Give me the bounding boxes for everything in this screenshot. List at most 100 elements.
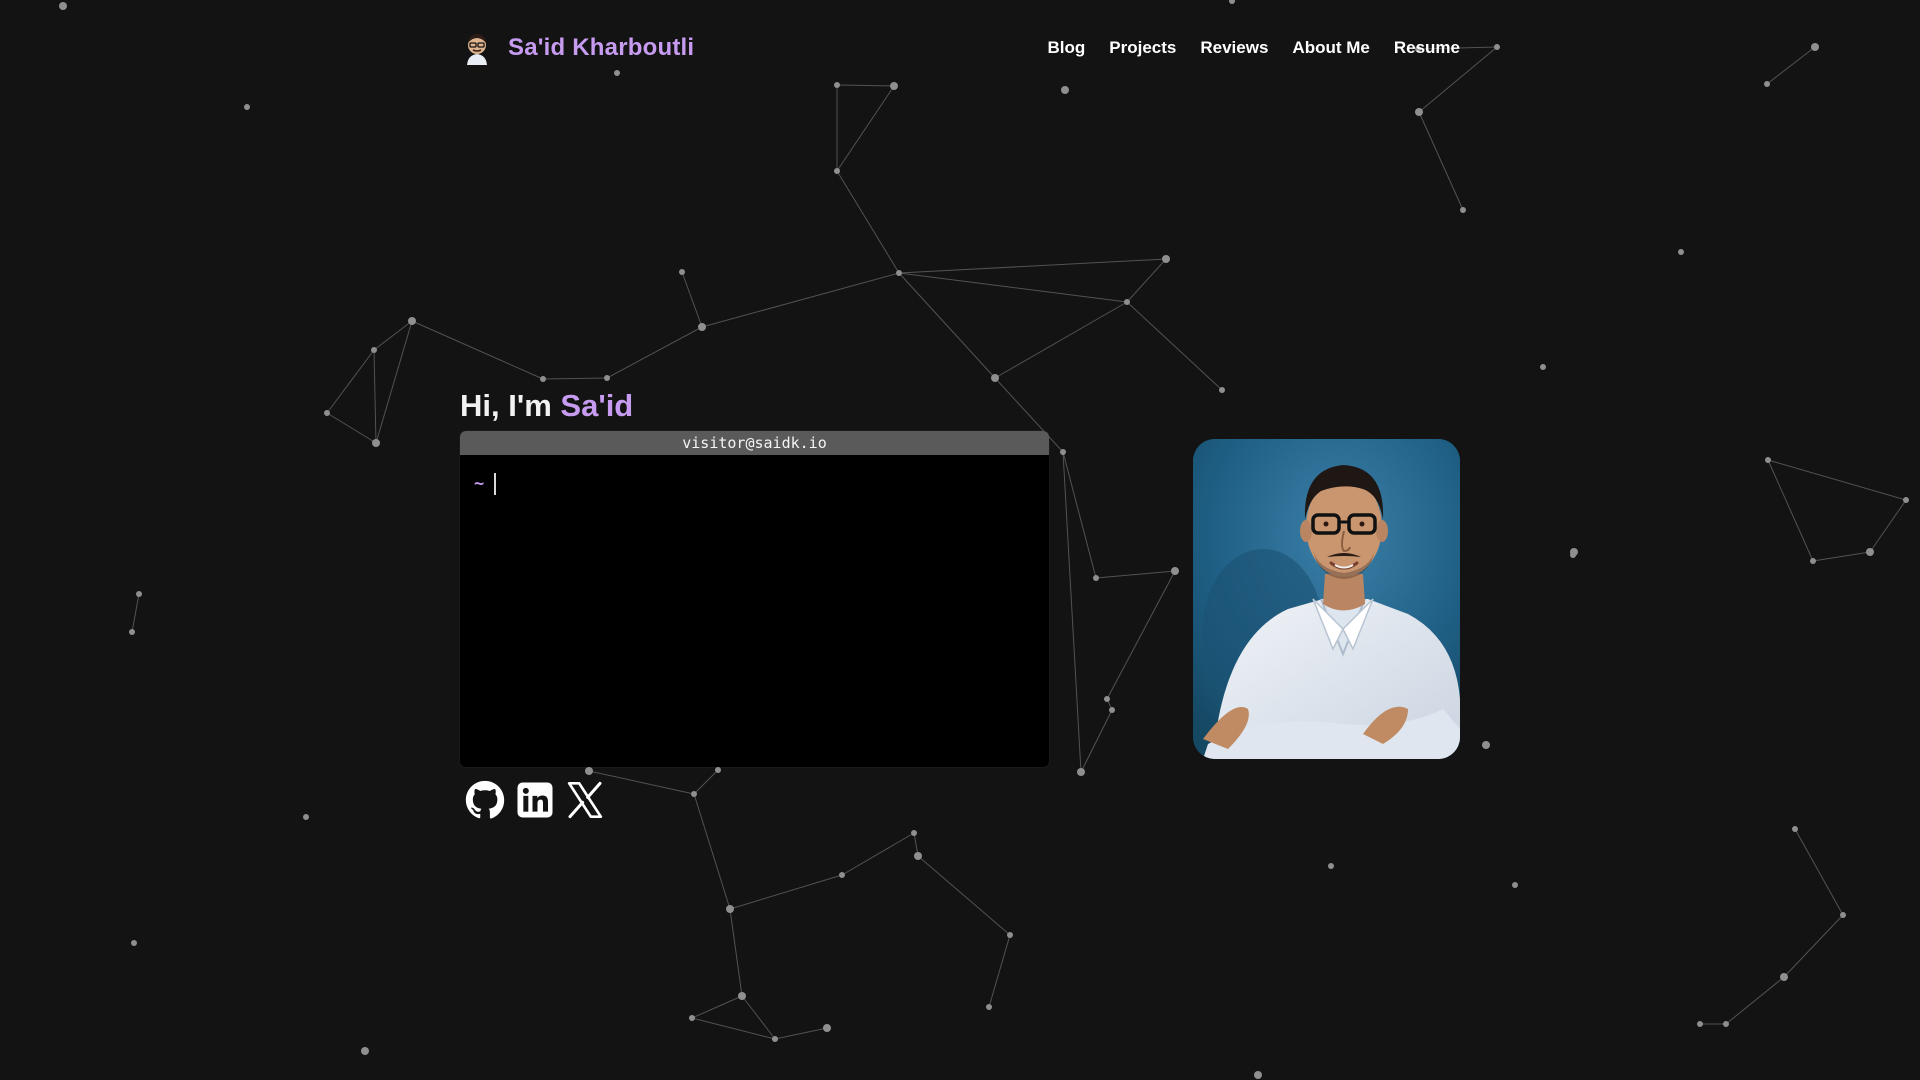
terminal-input[interactable] (494, 473, 1021, 495)
constellation-line (606, 326, 703, 379)
constellation-dot (1061, 86, 1069, 94)
constellation-dot (914, 852, 922, 860)
constellation-line (729, 908, 743, 997)
site-header: Sa'id Kharboutli Blog Projects Reviews A… (460, 26, 1460, 70)
constellation-line (1869, 499, 1907, 553)
constellation-dot (1570, 552, 1576, 558)
constellation-dot (1415, 108, 1423, 116)
constellation-line (701, 272, 900, 328)
github-icon (465, 780, 505, 819)
constellation-dot (823, 1024, 831, 1032)
constellation-dot (986, 1004, 992, 1010)
constellation-line (1766, 46, 1816, 85)
constellation-dot (1678, 249, 1684, 255)
terminal-window[interactable]: visitor@saidk.io ~ (460, 431, 1049, 767)
linkedin-link[interactable] (515, 780, 555, 820)
hero-name: Sa'id (560, 388, 634, 423)
constellation-dot (911, 830, 917, 836)
constellation-line (1418, 111, 1464, 211)
constellation-dot (1765, 457, 1771, 463)
constellation-dot (244, 104, 250, 110)
constellation-dot (1903, 497, 1909, 503)
constellation-dot (1866, 548, 1874, 556)
nav-resume[interactable]: Resume (1394, 38, 1460, 58)
constellation-line (898, 258, 1167, 274)
constellation-dot (408, 317, 416, 325)
constellation-dot (834, 82, 840, 88)
constellation-dot (371, 347, 377, 353)
constellation-dot (1512, 882, 1518, 888)
constellation-dot (585, 767, 593, 775)
constellation-line (729, 874, 843, 910)
nav-blog[interactable]: Blog (1048, 38, 1086, 58)
constellation-line (681, 271, 703, 328)
nav-reviews[interactable]: Reviews (1200, 38, 1268, 58)
constellation-line (1062, 451, 1097, 579)
constellation-dot (1229, 0, 1235, 4)
constellation-dot (772, 1036, 778, 1042)
constellation-dot (540, 376, 546, 382)
constellation-line (1095, 570, 1176, 579)
constellation-line (691, 1017, 776, 1040)
constellation-dot (1840, 912, 1846, 918)
constellation-dot (1093, 575, 1099, 581)
constellation-dot (129, 629, 135, 635)
constellation-dot (1104, 696, 1110, 702)
profile-photo (1193, 439, 1460, 759)
constellation-dot (1060, 449, 1066, 455)
constellation-line (917, 855, 1011, 936)
constellation-line (326, 412, 377, 444)
constellation-line (898, 272, 996, 379)
constellation-dot (679, 269, 685, 275)
constellation-dot (372, 439, 380, 447)
constellation-dot (1124, 299, 1130, 305)
terminal-body[interactable]: ~ (460, 455, 1049, 513)
constellation-dot (689, 1015, 695, 1021)
constellation-line (836, 170, 900, 274)
constellation-line (693, 793, 731, 910)
constellation-dot (890, 82, 898, 90)
x-link[interactable] (565, 780, 605, 820)
constellation-dot (1780, 973, 1788, 981)
nav-about-me[interactable]: About Me (1292, 38, 1369, 58)
constellation-line (774, 1027, 828, 1040)
linkedin-icon (517, 782, 553, 818)
brand-link[interactable]: Sa'id Kharboutli (460, 31, 694, 65)
constellation-line (836, 85, 895, 172)
constellation-dot (1792, 826, 1798, 832)
constellation-dot (1077, 768, 1085, 776)
constellation-line (841, 832, 915, 876)
constellation-dot (691, 791, 697, 797)
constellation-line (131, 593, 140, 633)
constellation-dot (991, 374, 999, 382)
constellation-dot (839, 872, 845, 878)
nav-projects[interactable]: Projects (1109, 38, 1176, 58)
constellation-line (1812, 551, 1871, 562)
site-title: Sa'id Kharboutli (508, 34, 695, 61)
constellation-dot (726, 905, 734, 913)
constellation-line (988, 934, 1011, 1008)
constellation-line (1767, 459, 1907, 501)
constellation-line (1080, 709, 1113, 773)
constellation-line (1725, 976, 1785, 1025)
x-icon (567, 781, 603, 819)
constellation-dot (715, 767, 721, 773)
constellation-line (1767, 459, 1814, 562)
constellation-dot (604, 375, 610, 381)
constellation-dot (1109, 707, 1115, 713)
constellation-line (542, 377, 608, 380)
constellation-line (693, 769, 719, 795)
constellation-dot (1723, 1021, 1729, 1027)
constellation-line (691, 995, 743, 1019)
constellation-dot (1328, 863, 1334, 869)
terminal-title-bar: visitor@saidk.io (460, 431, 1049, 455)
constellation-line (375, 320, 413, 444)
memoji-avatar-icon (467, 34, 487, 65)
constellation-line (741, 995, 776, 1040)
github-link[interactable] (465, 780, 505, 820)
constellation-line (1783, 914, 1844, 978)
constellation-dot (136, 591, 142, 597)
constellation-dot (1007, 932, 1013, 938)
constellation-dot (834, 168, 840, 174)
constellation-line (994, 301, 1128, 379)
